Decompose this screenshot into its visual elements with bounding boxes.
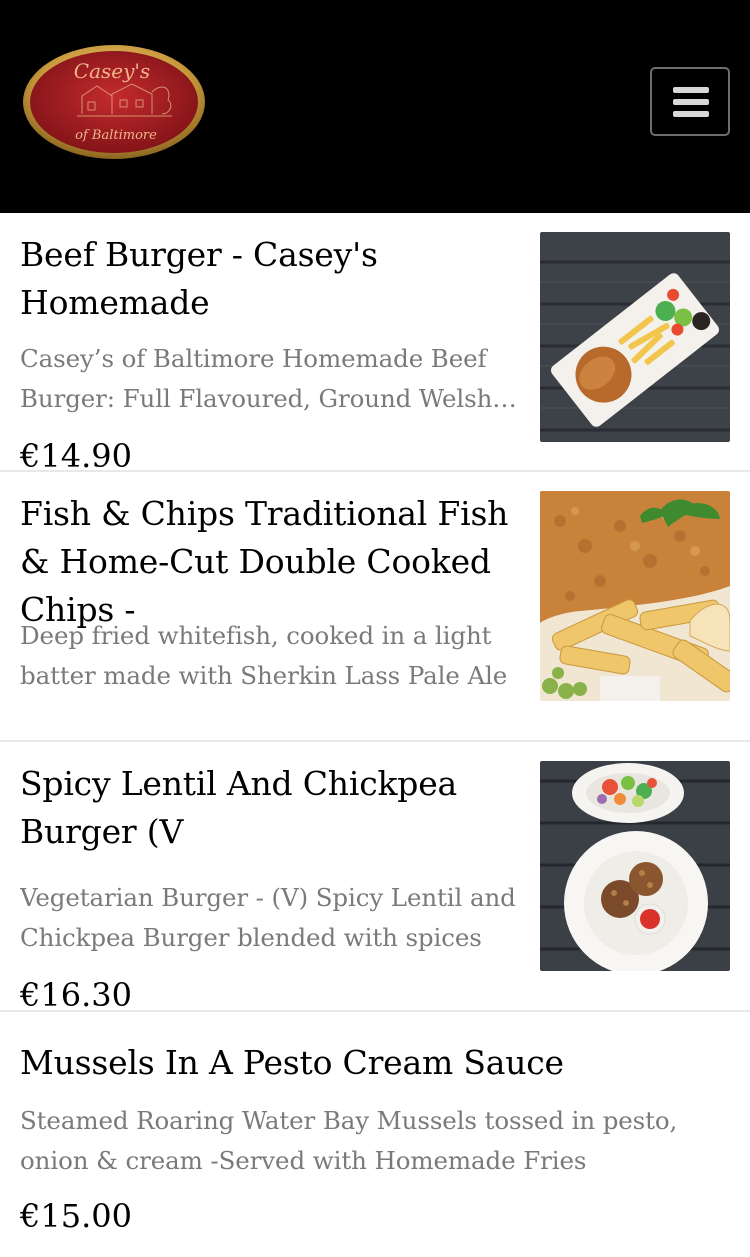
menu-item-fish-and-chips[interactable]: Fish & Chips Traditional Fish & Home-Cut… bbox=[0, 472, 750, 742]
item-title: Beef Burger - Casey's Homemade bbox=[20, 235, 378, 322]
menu-item-beef-burger[interactable]: Beef Burger - Casey's Homemade Casey’s o… bbox=[0, 213, 750, 472]
hamburger-menu-button[interactable] bbox=[650, 67, 730, 136]
menu-item-mussels[interactable]: Mussels In A Pesto Cream Sauce Steamed R… bbox=[0, 1012, 750, 1257]
logo-name-text: Casey's bbox=[74, 59, 150, 83]
item-title: Spicy Lentil And Chickpea Burger (V bbox=[20, 764, 458, 851]
lentil-burger-photo bbox=[540, 761, 730, 971]
hamburger-bar bbox=[673, 99, 709, 105]
item-description: Deep fried whitefish, cooked in a light … bbox=[20, 621, 508, 690]
item-price: €15.00 bbox=[20, 1197, 132, 1235]
site-header: Casey's of Baltimore bbox=[0, 0, 750, 213]
beef-burger-photo bbox=[540, 232, 730, 442]
hamburger-menu-icon bbox=[673, 87, 709, 93]
fish-and-chips-photo bbox=[540, 491, 730, 701]
menu-list: Beef Burger - Casey's Homemade Casey’s o… bbox=[0, 213, 750, 1257]
item-price: €16.30 bbox=[20, 976, 132, 1012]
item-price: €14.90 bbox=[20, 437, 132, 472]
hamburger-bar bbox=[673, 111, 709, 117]
logo-sub-text: of Baltimore bbox=[75, 128, 157, 143]
menu-item-lentil-burger[interactable]: Spicy Lentil And Chickpea Burger (V Vege… bbox=[0, 742, 750, 1012]
caseys-logo[interactable]: Casey's of Baltimore bbox=[22, 44, 206, 160]
item-description: Vegetarian Burger - (V) Spicy Lentil and… bbox=[20, 883, 516, 952]
item-title: Fish & Chips Traditional Fish & Home-Cut… bbox=[20, 494, 509, 629]
item-description: Casey’s of Baltimore Homemade Beef Burge… bbox=[20, 344, 493, 413]
item-description: Steamed Roaring Water Bay Mussels tossed… bbox=[20, 1106, 678, 1175]
caseys-logo-icon: Casey's of Baltimore bbox=[23, 45, 205, 159]
item-title: Mussels In A Pesto Cream Sauce bbox=[20, 1043, 564, 1082]
